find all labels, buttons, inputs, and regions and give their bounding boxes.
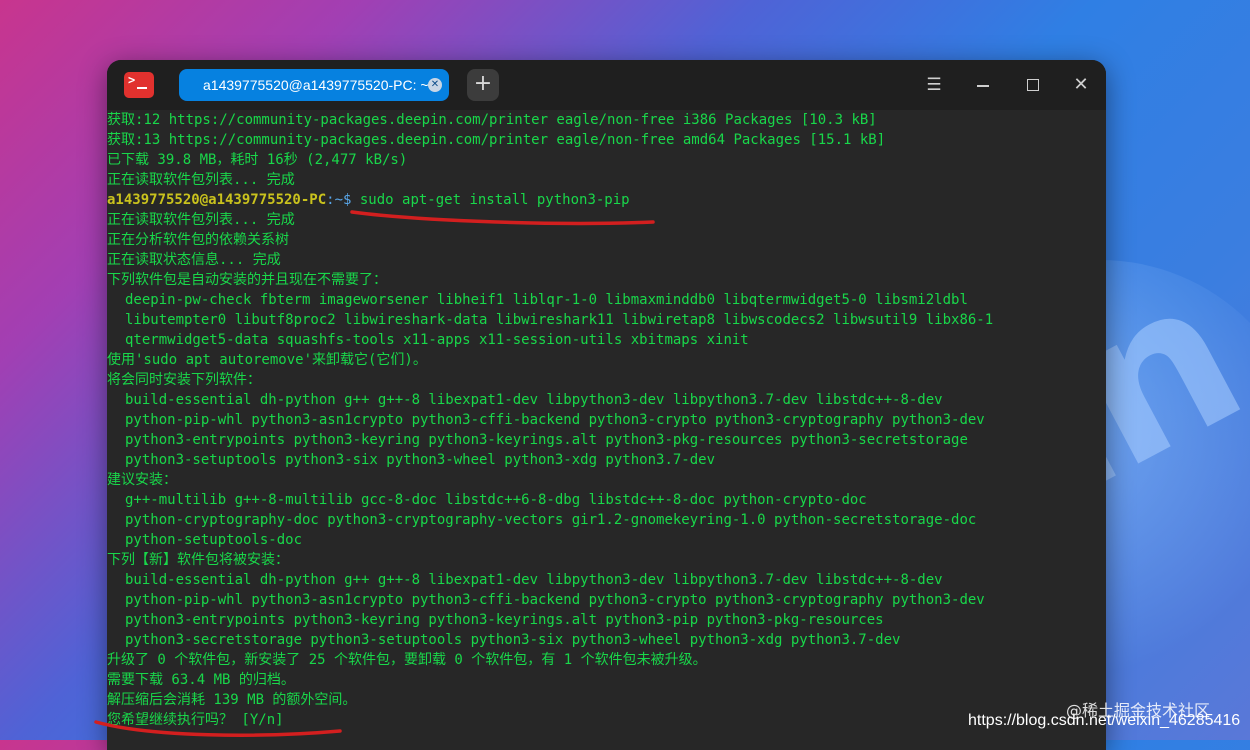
terminal-line: 下列软件包是自动安装的并且现在不需要了：	[107, 272, 387, 288]
terminal-line: 需要下载 63.4 MB 的归档。	[107, 672, 295, 688]
new-tab-button[interactable]: +	[467, 69, 499, 101]
terminal-line: deepin-pw-check fbterm imageworsener lib…	[125, 292, 968, 308]
terminal-line: libutempter0 libutf8proc2 libwireshark-d…	[125, 312, 994, 328]
titlebar: > a1439775520@a1439775520-PC: ~ ✕ + ☰ ✕	[107, 60, 1106, 110]
watermark-csdn: https://blog.csdn.net/weixin_46285416	[968, 712, 1241, 729]
terminal-line: 获取:13 https://community-packages.deepin.…	[107, 132, 886, 148]
tab-title: a1439775520@a1439775520-PC: ~	[203, 77, 429, 93]
terminal-line: python-pip-whl python3-asn1crypto python…	[125, 412, 985, 428]
minimize-button[interactable]	[971, 73, 995, 97]
terminal-line: 解压缩后会消耗 139 MB 的额外空间。	[107, 692, 357, 708]
terminal-output[interactable]: 获取:12 https://community-packages.deepin.…	[107, 110, 1106, 750]
maximize-button[interactable]	[1021, 73, 1045, 97]
terminal-line: 升级了 0 个软件包，新安装了 25 个软件包，要卸载 0 个软件包，有 1 个…	[107, 652, 707, 668]
terminal-line: python-setuptools-doc	[125, 532, 303, 548]
terminal-line: python3-entrypoints python3-keyring pyth…	[125, 432, 968, 448]
terminal-line: python3-setuptools python3-six python3-w…	[125, 452, 716, 468]
terminal-line: 使用'sudo apt autoremove'来卸载它(它们)。	[107, 352, 427, 368]
terminal-line: 将会同时安装下列软件：	[107, 372, 261, 388]
terminal-line: 获取:12 https://community-packages.deepin.…	[107, 112, 877, 128]
terminal-line: 正在读取状态信息... 完成	[107, 252, 281, 268]
terminal-line: 已下载 39.8 MB，耗时 16秒 (2,477 kB/s)	[107, 152, 408, 168]
menu-button[interactable]: ☰	[922, 73, 946, 97]
tab-close-icon[interactable]: ✕	[428, 78, 442, 92]
terminal-line: 正在读取软件包列表... 完成	[107, 172, 295, 188]
terminal-line: 下列【新】软件包将被安装：	[107, 552, 289, 568]
tab-terminal-session[interactable]: a1439775520@a1439775520-PC: ~ ✕	[179, 69, 449, 101]
command-text: sudo apt-get install python3-pip	[359, 192, 630, 208]
prompt-path: :~$	[326, 192, 360, 208]
terminal-line: python3-secretstorage python3-setuptools…	[125, 632, 901, 648]
terminal-line: g++-multilib g++-8-multilib gcc-8-doc li…	[125, 492, 867, 508]
terminal-line: build-essential dh-python g++ g++-8 libe…	[125, 572, 943, 588]
terminal-line: build-essential dh-python g++ g++-8 libe…	[125, 392, 943, 408]
prompt-user: a1439775520@a1439775520-PC	[107, 192, 327, 208]
maximize-icon	[1027, 79, 1039, 91]
terminal-app-icon: >	[124, 72, 154, 98]
terminal-line: python-pip-whl python3-asn1crypto python…	[125, 592, 985, 608]
terminal-line: 正在分析软件包的依赖关系树	[107, 232, 289, 248]
terminal-line: 您希望继续执行吗？ [Y/n]	[107, 712, 284, 728]
terminal-line: python-cryptography-doc python3-cryptogr…	[125, 512, 977, 528]
terminal-line: python3-entrypoints python3-keyring pyth…	[125, 612, 884, 628]
terminal-line: 建议安装：	[107, 472, 177, 488]
terminal-line: qtermwidget5-data squashfs-tools x11-app…	[125, 332, 749, 348]
terminal-line: 正在读取软件包列表... 完成	[107, 212, 295, 228]
minimize-icon	[977, 85, 989, 87]
terminal-window: > a1439775520@a1439775520-PC: ~ ✕ + ☰ ✕ …	[107, 60, 1106, 750]
close-button[interactable]: ✕	[1069, 73, 1093, 97]
terminal-prompt-line: a1439775520@a1439775520-PC:~$ sudo apt-g…	[107, 190, 1106, 210]
